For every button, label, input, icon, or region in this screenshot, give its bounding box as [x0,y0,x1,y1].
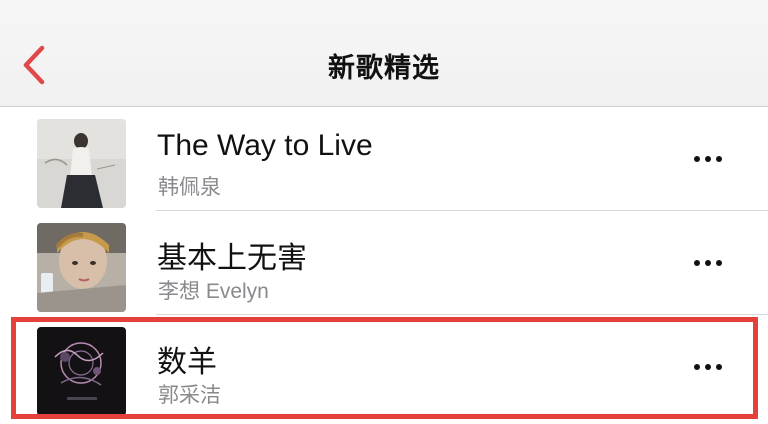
page-title: 新歌精选 [328,53,440,84]
album-artwork [37,119,126,208]
more-options-button[interactable] [688,357,728,377]
song-artist: 郭采洁 [158,384,221,407]
album-artwork [37,223,126,312]
song-row[interactable]: 数羊 郭采洁 [0,315,768,419]
ellipsis-icon [705,260,711,266]
ellipsis-icon [705,156,711,162]
ellipsis-icon [716,364,722,370]
song-row[interactable]: 基本上无害 李想 Evelyn [0,211,768,315]
song-row[interactable]: The Way to Live 韩佩泉 [0,107,768,211]
ellipsis-icon [694,156,700,162]
song-title: The Way to Live [157,129,373,162]
screen: 新歌精选 The Way to Live 韩佩泉 基本上无害 李想 Evelyn… [0,0,768,424]
more-options-button[interactable] [688,253,728,273]
navigation-bar: 新歌精选 [0,0,768,107]
album-artwork [37,327,126,416]
song-artist: 韩佩泉 [158,176,221,199]
ellipsis-icon [705,364,711,370]
song-title: 基本上无害 [157,242,307,275]
more-options-button[interactable] [688,149,728,169]
ellipsis-icon [694,260,700,266]
song-artist: 李想 Evelyn [158,280,269,303]
song-title: 数羊 [157,346,217,379]
ellipsis-icon [694,364,700,370]
ellipsis-icon [716,260,722,266]
ellipsis-icon [716,156,722,162]
